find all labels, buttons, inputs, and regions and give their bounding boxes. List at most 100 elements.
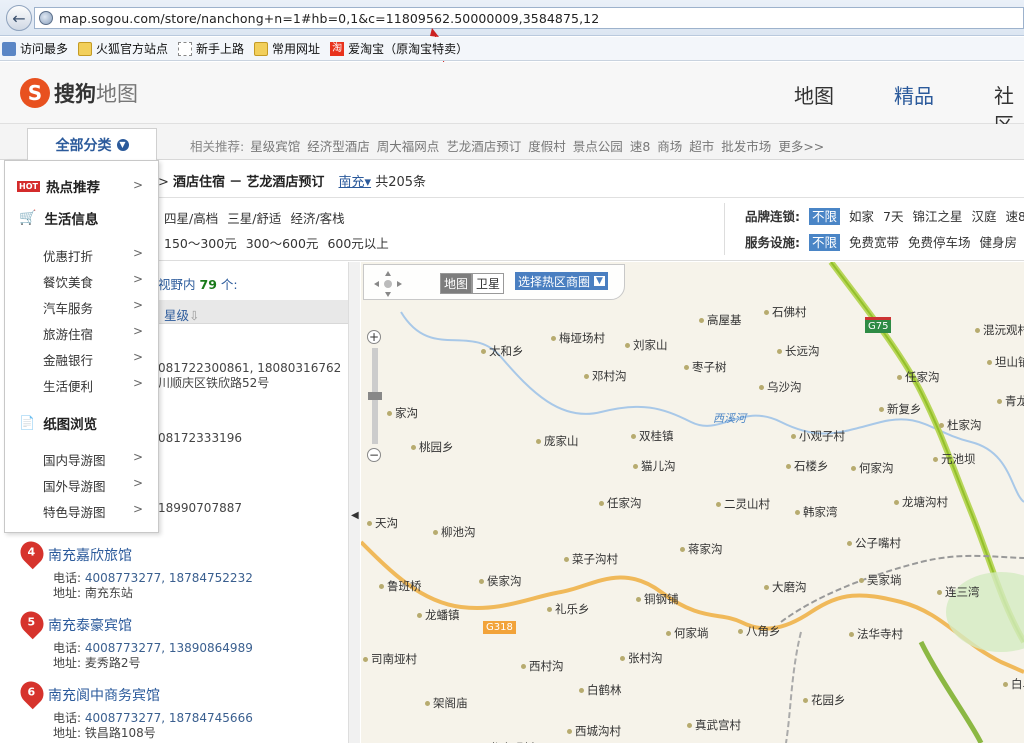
place-label: 柳池沟 — [433, 524, 476, 540]
filter-option[interactable]: 速8 — [1006, 209, 1024, 224]
place-name: 任家沟 — [607, 496, 642, 510]
place-label: 石楼乡 — [786, 458, 829, 474]
filter-option[interactable]: 7天 — [883, 209, 903, 224]
place-name: 菜子沟村 — [572, 552, 618, 566]
filter-option[interactable]: 健身房 — [980, 235, 1018, 250]
map-canvas[interactable]: G75 G318 西溪河 高屋基 石佛村 混沅观村 太和乡 梅垭场村 刘家山 长远沟 坦山铺 枣… — [361, 262, 1024, 743]
related-link[interactable]: 速8 — [630, 139, 650, 154]
bookmark-firefox-site[interactable]: 火狐官方站点 — [78, 40, 168, 57]
filter-option[interactable]: 300～600元 — [246, 236, 319, 251]
place-dot-icon — [687, 723, 692, 728]
menu-paper-header: 📄 纸图浏览 — [19, 415, 98, 434]
sort-star-button[interactable]: 星级⇩ — [164, 305, 200, 324]
zoom-slider[interactable] — [368, 348, 382, 444]
related-link[interactable]: 超市 — [689, 139, 714, 154]
zoom-out-icon[interactable]: − — [367, 448, 381, 462]
menu-item-foreign-guide[interactable]: 国外导游图 — [43, 476, 106, 495]
place-label: 长远沟 — [777, 343, 820, 359]
filter-option-selected[interactable]: 不限 — [809, 208, 841, 225]
menu-item-travel[interactable]: 旅游住宿 — [43, 324, 93, 343]
list-scrollbar[interactable] — [348, 262, 360, 743]
place-label: 杜家沟 — [939, 417, 982, 433]
place-name: 元池坝 — [941, 452, 976, 466]
place-name: 蒋家沟 — [688, 542, 723, 556]
back-arrow-icon[interactable]: ← — [6, 5, 32, 31]
filter-option[interactable]: 免费停车场 — [908, 235, 971, 250]
menu-item-convenience[interactable]: 生活便利 — [43, 376, 93, 395]
nav-tab-featured[interactable]: 精品 — [894, 80, 934, 109]
menu-item-special-guide[interactable]: 特色导游图 — [43, 502, 106, 521]
filter-option[interactable]: 免费宽带 — [849, 235, 899, 250]
place-name: 司南垭村 — [371, 652, 417, 666]
place-dot-icon — [579, 688, 584, 693]
menu-hot-recommend[interactable]: HOT 热点推荐 — [17, 176, 100, 196]
bookmark-aitaobao[interactable]: 淘爱淘宝（原淘宝特卖） — [330, 40, 468, 57]
hotel-name-link[interactable]: 南充泰豪宾馆 — [48, 615, 132, 635]
place-name: 庞家山 — [544, 434, 579, 448]
pan-control-icon[interactable] — [370, 269, 406, 299]
place-label: 八角乡 — [738, 623, 781, 639]
place-label: 小观子村 — [791, 428, 845, 444]
place-dot-icon — [847, 541, 852, 546]
breadcrumb: > 酒店住宿 － 艺龙酒店预订 南充▾ 共205条 — [158, 171, 426, 190]
menu-item-domestic-guide[interactable]: 国内导游图 — [43, 450, 106, 469]
place-label: 白马 — [1003, 676, 1024, 692]
hotel-name-link[interactable]: 南充阆中商务宾馆 — [48, 685, 160, 705]
nav-tab-map[interactable]: 地图 — [794, 80, 834, 109]
breadcrumb-hotels[interactable]: 酒店住宿 — [173, 175, 225, 190]
filter-option[interactable]: 汉庭 — [972, 209, 997, 224]
place-name: 杜家沟 — [947, 418, 982, 432]
place-label: 花园乡 — [803, 692, 846, 708]
filter-option[interactable]: 如家 — [849, 209, 874, 224]
url-input[interactable]: map.sogou.com/store/nanchong+n=1#hb=0,1&… — [34, 7, 1024, 29]
menu-item-discount[interactable]: 优惠打折 — [43, 246, 93, 265]
place-label: 任家沟 — [897, 369, 940, 385]
place-dot-icon — [584, 374, 589, 379]
related-link[interactable]: 景点公园 — [573, 139, 623, 154]
related-link[interactable]: 周大福网点 — [377, 139, 440, 154]
related-link[interactable]: 批发市场 — [721, 139, 771, 154]
place-name: 柳池沟 — [441, 525, 476, 539]
place-label: 家沟 — [387, 405, 418, 421]
zoom-in-icon[interactable]: + — [367, 330, 381, 344]
menu-item-auto[interactable]: 汽车服务 — [43, 298, 93, 317]
filter-option[interactable]: 150～300元 — [164, 236, 237, 251]
bookmark-most-visited[interactable]: 访问最多 — [2, 40, 68, 57]
bookmarks-bar: 访问最多 火狐官方站点 新手上路 常用网址 淘爱淘宝（原淘宝特卖） — [0, 37, 1024, 61]
filter-option-selected[interactable]: 不限 — [809, 234, 841, 251]
map-view-button[interactable]: 地图 — [440, 273, 473, 294]
place-name: 枣子树 — [692, 360, 727, 374]
city-selector[interactable]: 南充▾ — [339, 175, 372, 190]
place-label: 坦山铺 — [987, 354, 1024, 370]
filter-option[interactable]: 四星/高档 — [164, 211, 218, 226]
related-link[interactable]: 星级宾馆 — [250, 139, 300, 154]
hotel-name-link[interactable]: 南充嘉欣旅馆 — [48, 545, 132, 565]
river-label: 西溪河 — [713, 412, 746, 425]
related-link[interactable]: 商场 — [657, 139, 682, 154]
zoom-control[interactable]: + − — [367, 330, 383, 470]
sogou-map-logo[interactable]: S 搜狗 地图 — [20, 78, 138, 108]
place-dot-icon — [738, 629, 743, 634]
chevron-right-icon: > — [133, 376, 144, 390]
satellite-view-button[interactable]: 卫星 — [472, 273, 505, 294]
filter-option[interactable]: 三星/舒适 — [227, 211, 281, 226]
zoom-handle[interactable] — [368, 392, 382, 400]
menu-item-finance[interactable]: 金融银行 — [43, 350, 93, 369]
related-link[interactable]: 经济型酒店 — [307, 139, 370, 154]
place-name: 西村沟 — [529, 659, 564, 673]
service-filter-row: 服务设施:不限免费宽带免费停车场健身房高 — [745, 234, 1018, 251]
filter-option[interactable]: 锦江之星 — [912, 209, 962, 224]
hot-area-select[interactable]: 选择热区商圈 ▼ — [515, 272, 608, 290]
bookmark-common-sites[interactable]: 常用网址 — [254, 40, 320, 57]
hotel-phone: 电话: 4008773277, 18784752232 — [53, 571, 253, 585]
menu-item-food[interactable]: 餐饮美食 — [43, 272, 93, 291]
all-categories-button[interactable]: 全部分类 ▼ — [27, 128, 157, 160]
filter-option[interactable]: 600元以上 — [327, 236, 388, 251]
related-link[interactable]: 艺龙酒店预订 — [446, 139, 521, 154]
bookmark-getting-started[interactable]: 新手上路 — [178, 40, 244, 57]
menu-life-header: 🛒 生活信息 — [19, 210, 99, 228]
filter-option[interactable]: 经济/客栈 — [290, 211, 344, 226]
collapse-panel-icon[interactable]: ◀ — [351, 510, 359, 521]
related-link[interactable]: 度假村 — [528, 139, 566, 154]
related-more-link[interactable]: 更多>> — [778, 139, 824, 154]
